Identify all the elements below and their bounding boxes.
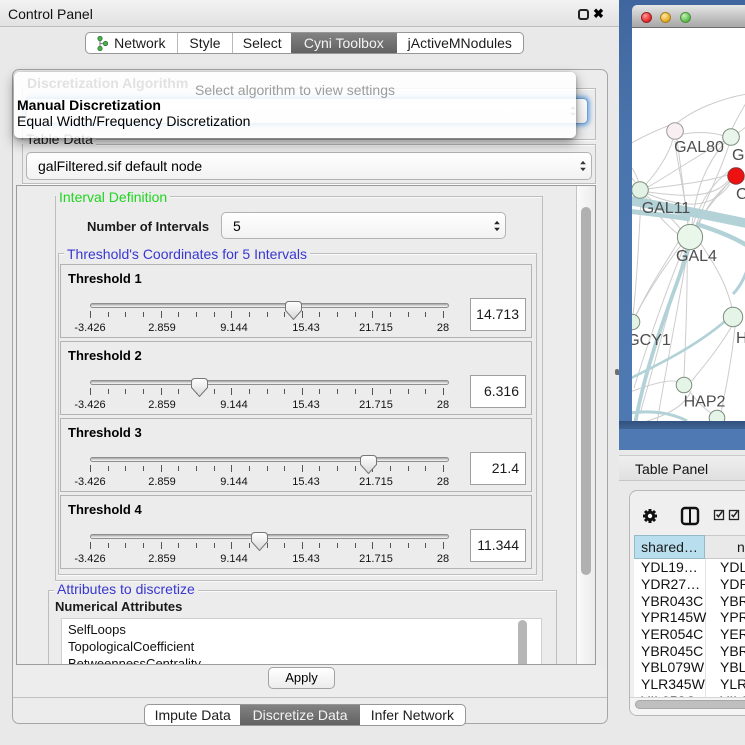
svg-text:GAL80: GAL80 [674,139,724,156]
svg-text:GAL11: GAL11 [642,200,691,217]
svg-text:G.: G. [732,147,745,164]
svg-text:HAP2: HAP2 [684,394,726,411]
svg-text:GCY1: GCY1 [632,332,671,349]
svg-text:H: H [736,330,745,347]
svg-text:GAL4: GAL4 [676,248,717,265]
svg-text:C: C [736,186,745,203]
